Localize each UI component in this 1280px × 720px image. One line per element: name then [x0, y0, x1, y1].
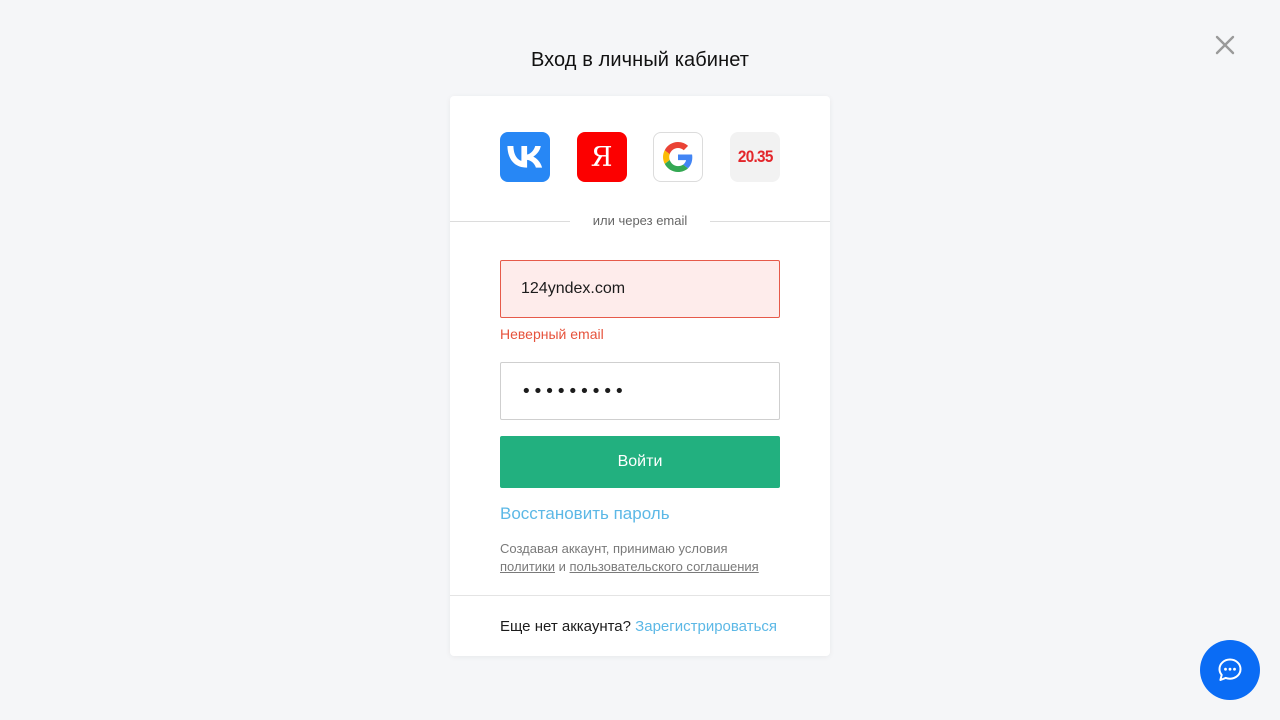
vk-logo-icon — [507, 146, 543, 168]
password-field[interactable] — [500, 362, 780, 420]
divider-text: или через email — [592, 213, 688, 228]
terms-text: Создавая аккаунт, принимаю условия полит… — [500, 540, 790, 576]
login-card: Я 20.35 или через email Неверный email В… — [450, 96, 830, 656]
chat-button[interactable] — [1200, 640, 1260, 700]
social-login-row: Я 20.35 — [500, 132, 780, 182]
page-title: Вход в личный кабинет — [530, 49, 750, 71]
terms-intro: Создавая аккаунт, принимаю условия — [500, 541, 728, 556]
vk-login-button[interactable] — [500, 132, 550, 182]
email-error-message: Неверный email — [500, 326, 604, 342]
google-logo-icon — [663, 142, 693, 172]
university-2035-login-button[interactable]: 20.35 — [729, 132, 780, 182]
register-link[interactable]: Зарегистрироваться — [635, 618, 777, 635]
user-agreement-link[interactable]: пользовательского соглашения — [570, 559, 759, 574]
login-page: Вход в личный кабинет Я 20.35 или через … — [0, 0, 1280, 720]
register-prompt: Еще нет аккаунта? Зарегистрироваться — [500, 618, 777, 635]
google-login-button[interactable] — [653, 132, 704, 182]
email-field[interactable] — [500, 260, 780, 318]
footer-divider — [450, 595, 830, 596]
divider-right — [710, 221, 830, 222]
divider-left — [450, 221, 570, 222]
university-2035-logo-icon: 20.35 — [737, 147, 773, 166]
terms-and: и — [558, 559, 566, 574]
yandex-logo-icon: Я — [590, 141, 613, 173]
chat-bubble-icon — [1218, 658, 1242, 681]
login-button[interactable]: Войти — [500, 436, 780, 488]
yandex-login-button[interactable]: Я — [576, 132, 627, 182]
no-account-text: Еще нет аккаунта? — [500, 618, 631, 635]
policy-link[interactable]: политики — [500, 559, 555, 574]
restore-password-link[interactable]: Восстановить пароль — [500, 504, 670, 524]
